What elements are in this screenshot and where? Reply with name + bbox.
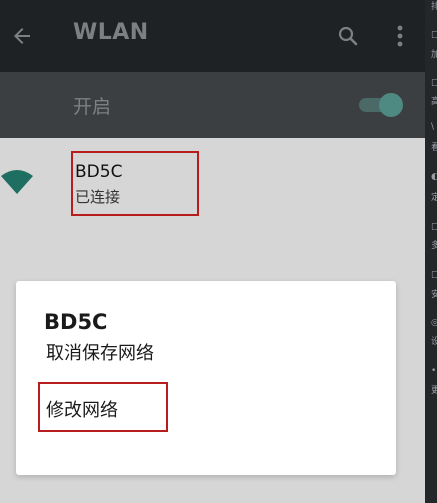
side-glyph: 高	[431, 97, 437, 107]
more-options-button[interactable]	[386, 16, 414, 56]
side-glyph: 安	[431, 290, 437, 300]
side-glyph: □	[431, 78, 437, 88]
side-glyph: 排	[431, 2, 437, 12]
side-glyph: 看	[431, 143, 437, 153]
screen: WLAN 开启 BD5C 已连接 BD5C 取消保存网络 修改网络 排 □ 加 …	[0, 0, 437, 503]
phone-screen: WLAN 开启 BD5C 已连接 BD5C 取消保存网络 修改网络	[0, 0, 425, 503]
wlan-switch-label: 开启	[73, 96, 112, 118]
side-glyph: 更	[431, 386, 437, 396]
side-glyph: 多	[431, 241, 437, 251]
side-glyph: •	[431, 366, 437, 376]
forget-network-label: 取消保存网络	[46, 343, 154, 364]
side-glyph: □	[431, 30, 437, 40]
more-vert-icon	[397, 25, 403, 47]
search-button[interactable]	[330, 16, 366, 56]
side-glyph: 定	[431, 193, 437, 203]
highlight-box	[38, 382, 168, 432]
search-icon	[338, 26, 358, 46]
wlan-switch-bar: 开启	[0, 72, 425, 138]
side-panel: 排 □ 加 □ 高 \ 看 ◐ 定 □ 多 □ 安 ◎ 设 • 更	[425, 0, 437, 503]
forget-network-option[interactable]: 取消保存网络	[16, 329, 396, 373]
side-glyph: 设	[431, 337, 437, 347]
side-glyph: ◎	[431, 318, 437, 328]
app-bar: WLAN	[0, 0, 425, 72]
network-dialog: BD5C 取消保存网络 修改网络	[16, 281, 396, 475]
page-title: WLAN	[73, 20, 149, 45]
arrow-left-icon	[14, 28, 30, 44]
side-glyph: □	[431, 222, 437, 232]
network-list-item[interactable]: BD5C 已连接	[0, 138, 425, 226]
wifi-signal-icon	[1, 170, 33, 194]
back-button[interactable]	[2, 14, 42, 58]
toggle-thumb	[379, 93, 403, 117]
side-glyph: \	[431, 122, 435, 132]
wlan-toggle[interactable]	[357, 92, 405, 118]
side-glyph: □	[431, 270, 437, 280]
highlight-box	[71, 151, 199, 216]
side-glyph: 加	[431, 50, 437, 60]
side-glyph: ◐	[431, 172, 437, 182]
